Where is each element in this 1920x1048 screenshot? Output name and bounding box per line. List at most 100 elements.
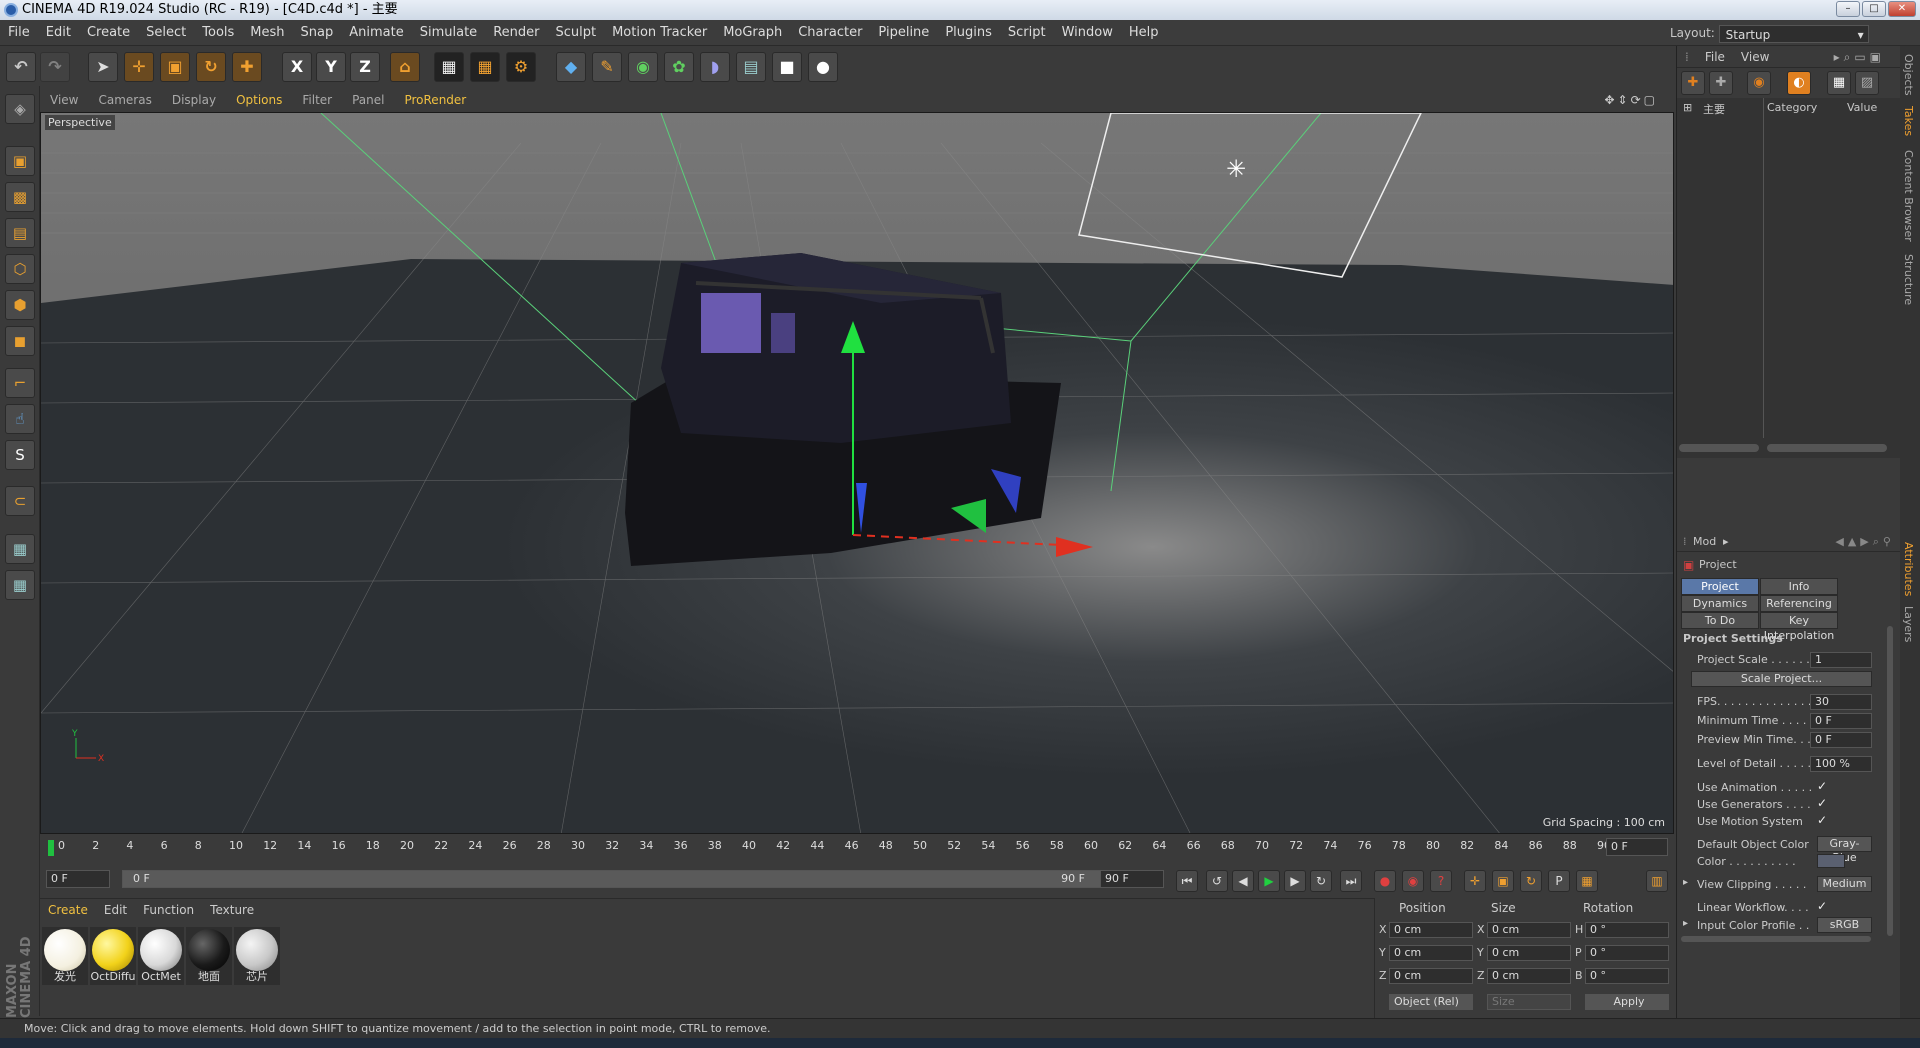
material-menu-edit[interactable]: Edit — [96, 899, 135, 921]
cloner-icon[interactable]: ✿ — [664, 52, 694, 82]
render-settings-button[interactable]: ⚙ — [506, 52, 536, 82]
size-mode-dropdown[interactable]: Size — [1487, 994, 1571, 1010]
key-parameter-button[interactable]: P — [1548, 870, 1570, 892]
timeline-window-button[interactable]: ▥ — [1646, 870, 1668, 892]
workplane-lock-icon[interactable]: ▦ — [5, 534, 35, 564]
linear-workflow-checkbox[interactable]: ✓ — [1817, 899, 1827, 913]
keyframe-selection-button[interactable]: ? — [1430, 870, 1452, 892]
tab-dynamics[interactable]: Dynamics — [1681, 595, 1759, 612]
attributes-nav-icons[interactable]: ◀▲▶⌕⚲ — [1835, 535, 1895, 549]
viewport-menu-cameras[interactable]: Cameras — [88, 88, 161, 112]
menu-mesh[interactable]: Mesh — [242, 20, 292, 46]
input-color-profile-dropdown[interactable]: sRGB — [1817, 917, 1872, 933]
cube-object-icon[interactable]: ◆ — [556, 52, 586, 82]
side-tab-objects[interactable]: Objects — [1902, 54, 1915, 96]
level-of-detail-field[interactable]: 100 % — [1810, 756, 1872, 772]
size-x-field[interactable]: 0 cm — [1487, 922, 1571, 938]
menu-animate[interactable]: Animate — [341, 20, 411, 46]
default-object-color-dropdown[interactable]: Gray-Blue — [1817, 836, 1872, 864]
vertical-scrollbar[interactable] — [1887, 626, 1893, 936]
play-button[interactable]: ▶ — [1258, 870, 1280, 892]
material-menu-create[interactable]: Create — [40, 899, 96, 921]
go-to-start-button[interactable]: ⏮ — [1176, 870, 1198, 892]
object-menu-view[interactable]: View — [1733, 46, 1777, 68]
key-scale-button[interactable]: ▣ — [1492, 870, 1514, 892]
tab-to-do[interactable]: To Do — [1681, 612, 1759, 629]
project-scale-field[interactable]: 1 — [1810, 652, 1872, 668]
undo-button[interactable]: ↶ — [6, 52, 36, 82]
maximize-button[interactable]: □ — [1862, 1, 1886, 17]
material-menu-texture[interactable]: Texture — [202, 899, 262, 921]
material-menu-function[interactable]: Function — [135, 899, 202, 921]
light-icon[interactable]: ● — [808, 52, 838, 82]
viewport-menu-prorender[interactable]: ProRender — [394, 88, 476, 112]
start-frame-field[interactable]: 0 F — [46, 870, 110, 888]
menu-motion-tracker[interactable]: Motion Tracker — [604, 20, 715, 46]
timeline-ruler[interactable]: 0 2 4 6 8 10 12 14 16 18 20 22 24 26 28 30 32 34 36 38 40 42 4… — [40, 836, 1674, 858]
menu-sculpt[interactable]: Sculpt — [547, 20, 604, 46]
clone-take-icon[interactable]: ✚ — [1709, 71, 1733, 95]
live-selection-button[interactable]: ✚ — [232, 52, 262, 82]
horizontal-scrollbar[interactable] — [1767, 444, 1887, 452]
object-manager-tools-icon[interactable]: ▸⌕▭▣ — [1826, 46, 1893, 68]
tab-project-settings[interactable]: Project Settings — [1681, 578, 1759, 608]
make-editable-icon[interactable]: ◈ — [5, 94, 35, 124]
y-axis-lock-button[interactable]: Y — [316, 52, 346, 82]
fps-field[interactable]: 30 — [1810, 694, 1872, 710]
material-swatch[interactable]: 发光 — [42, 927, 88, 985]
3d-viewport[interactable]: ✳ Y X Perspective Grid Spacing : 100 cm — [40, 112, 1674, 834]
axis-mode-icon[interactable]: ⌐ — [5, 368, 35, 398]
texture-mode-icon[interactable]: ▩ — [5, 182, 35, 212]
attributes-mode-menu[interactable]: Mod — [1693, 535, 1716, 548]
model-mode-icon[interactable]: ▣ — [5, 146, 35, 176]
pen-tool-icon[interactable]: ✎ — [592, 52, 622, 82]
takes-list[interactable]: ⊞ 主要 Category Value — [1677, 98, 1901, 458]
close-button[interactable]: ✕ — [1888, 1, 1916, 17]
main-take-label[interactable]: 主要 — [1703, 101, 1725, 117]
lock-take-icon[interactable]: ▨ — [1855, 71, 1879, 95]
viewport-menu-panel[interactable]: Panel — [342, 88, 394, 112]
redo-button[interactable]: ↷ — [40, 52, 70, 82]
x-axis-lock-button[interactable]: X — [282, 52, 312, 82]
menu-render[interactable]: Render — [485, 20, 547, 46]
viewport-menu-view[interactable]: View — [40, 88, 88, 112]
view-clipping-dropdown[interactable]: Medium — [1817, 876, 1872, 892]
material-swatch[interactable]: 地面 — [186, 927, 232, 985]
range-slider[interactable]: 0 F 90 F — [122, 870, 1102, 888]
pos-y-field[interactable]: 0 cm — [1389, 945, 1473, 961]
tweak-mode-icon[interactable]: ☝ — [5, 404, 35, 434]
menu-plugins[interactable]: Plugins — [937, 20, 1000, 46]
key-rotation-button[interactable]: ↻ — [1520, 870, 1542, 892]
expand-arrow-icon[interactable]: ▸ — [1683, 877, 1688, 888]
menu-help[interactable]: Help — [1121, 20, 1167, 46]
end-frame-field[interactable]: 90 F — [1100, 870, 1164, 888]
menu-character[interactable]: Character — [790, 20, 870, 46]
size-z-field[interactable]: 0 cm — [1487, 968, 1571, 984]
deformer-icon[interactable]: ◗ — [700, 52, 730, 82]
take-expand-icon[interactable]: ⊞ — [1683, 101, 1692, 114]
side-tab-attributes[interactable]: Attributes — [1902, 542, 1915, 596]
menu-select[interactable]: Select — [138, 20, 194, 46]
render-view-button[interactable]: ▦ — [434, 52, 464, 82]
minimize-button[interactable]: – — [1836, 1, 1860, 17]
points-mode-icon[interactable]: ⬡ — [5, 254, 35, 284]
workplane-mode-icon[interactable]: ▤ — [5, 218, 35, 248]
tab-info[interactable]: Info — [1760, 578, 1838, 595]
side-tab-takes[interactable]: Takes — [1902, 106, 1915, 136]
viewport-camera-label[interactable]: Perspective — [45, 115, 115, 130]
material-swatch[interactable]: OctDiffu — [90, 927, 136, 985]
menu-snap[interactable]: Snap — [293, 20, 342, 46]
horizontal-scrollbar[interactable] — [1681, 936, 1871, 942]
side-tab-layers[interactable]: Layers — [1902, 606, 1915, 642]
previous-key-button[interactable]: ↺ — [1206, 870, 1228, 892]
rotate-tool-button[interactable]: ↻ — [196, 52, 226, 82]
render-picture-viewer-button[interactable]: ▦ — [470, 52, 500, 82]
select-tool-button[interactable]: ➤ — [88, 52, 118, 82]
next-key-button[interactable]: ↻ — [1310, 870, 1332, 892]
edges-mode-icon[interactable]: ⬢ — [5, 290, 35, 320]
record-active-button[interactable]: ● — [1374, 870, 1396, 892]
horizontal-scrollbar[interactable] — [1679, 444, 1759, 452]
coordinate-mode-dropdown[interactable]: Object (Rel) — [1389, 994, 1473, 1010]
pos-x-field[interactable]: 0 cm — [1389, 922, 1473, 938]
rot-b-field[interactable]: 0 ° — [1585, 968, 1669, 984]
